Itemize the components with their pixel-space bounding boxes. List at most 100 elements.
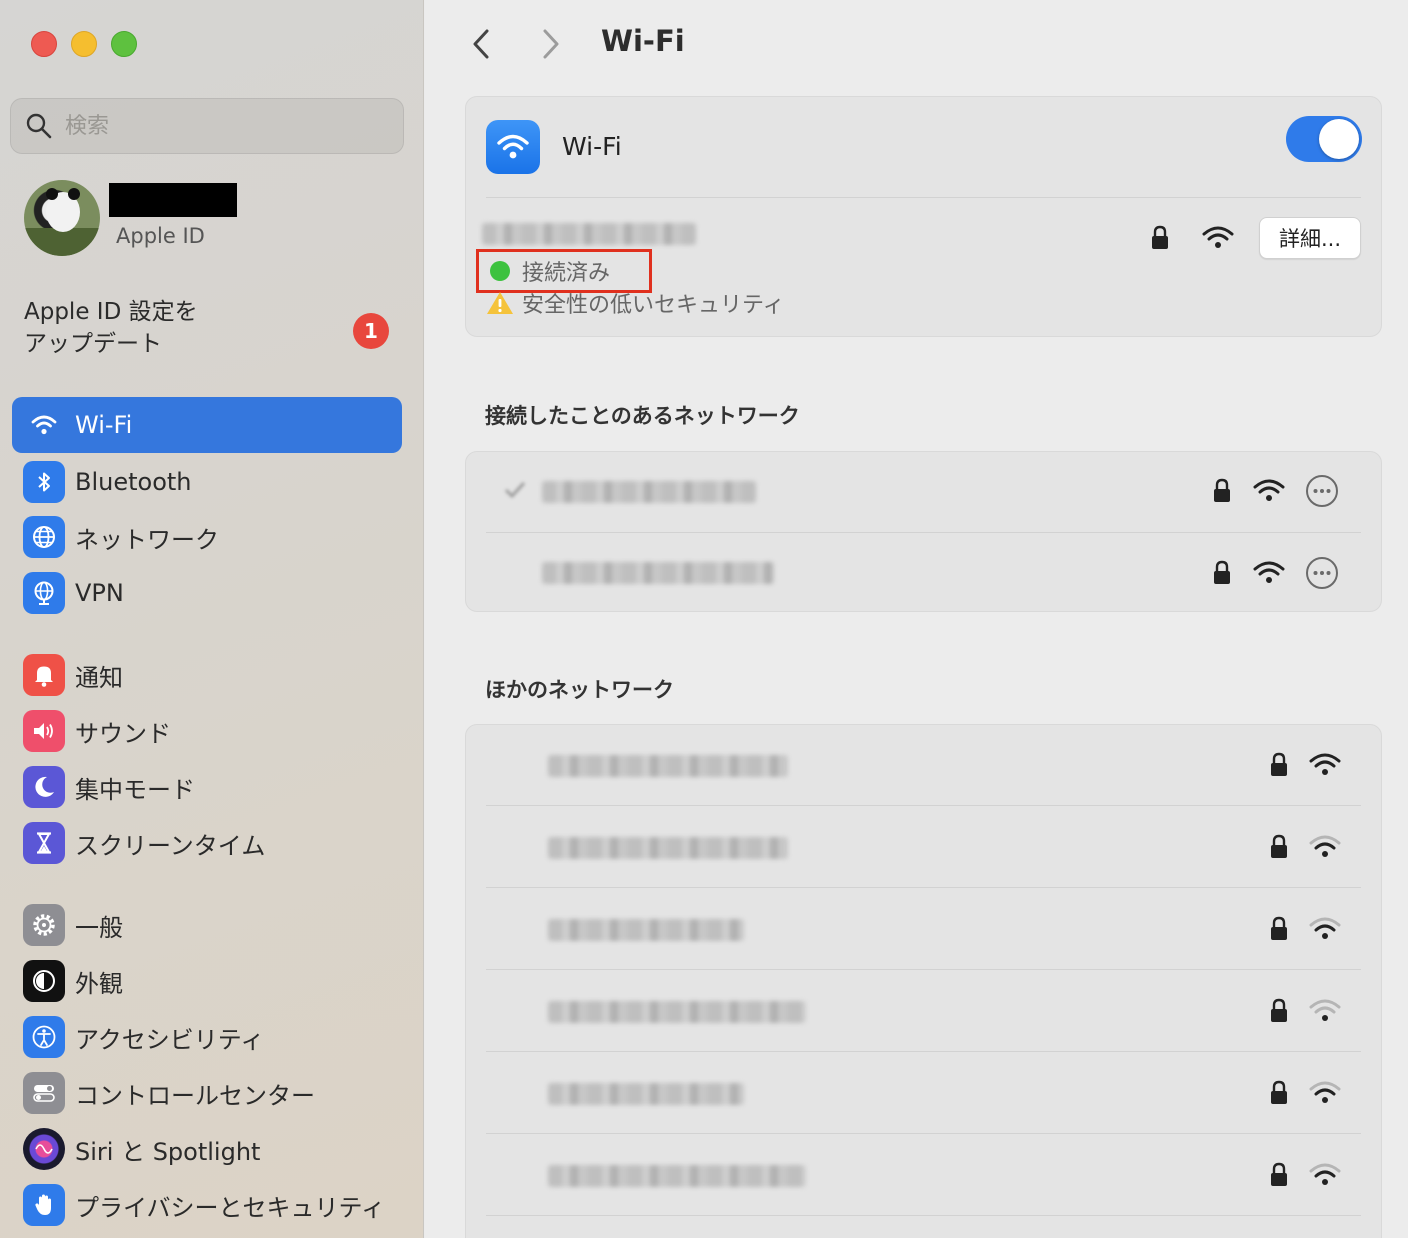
sidebar-item-vpn[interactable]: VPN (12, 565, 402, 621)
sidebar-item-label: プライバシーとセキュリティ (75, 1193, 386, 1222)
sidebar-item-control-center[interactable]: コントロールセンター (12, 1065, 402, 1121)
bluetooth-icon (23, 461, 65, 503)
lock-icon (1214, 560, 1230, 584)
apple-id-profile[interactable]: Apple ID (22, 178, 402, 258)
other-networks-list (465, 724, 1382, 1238)
page-title: Wi-Fi (601, 24, 685, 58)
lock-icon (1271, 752, 1287, 776)
sidebar-item-screen-time[interactable]: スクリーンタイム (12, 815, 402, 871)
lock-icon (1271, 834, 1287, 858)
close-window-button[interactable] (31, 31, 57, 57)
sidebar-item-label: Bluetooth (75, 468, 192, 496)
sidebar-item-bluetooth[interactable]: Bluetooth (12, 454, 402, 510)
sidebar-item-label: サウンド (75, 719, 171, 748)
wifi-status-card: Wi-Fi 接続済み 安全性の低いセキュリティ 詳細... (465, 96, 1382, 337)
known-networks-list (465, 451, 1382, 612)
search-field[interactable] (10, 98, 404, 154)
list-item[interactable] (466, 533, 1383, 615)
known-networks-title: 接続したことのあるネットワーク (485, 404, 800, 428)
sidebar-item-label: Siri と Spotlight (75, 1137, 261, 1166)
sidebar-item-label: ネットワーク (75, 525, 219, 554)
sidebar-item-wifi[interactable]: Wi-Fi (12, 397, 402, 453)
list-item[interactable] (466, 889, 1383, 971)
sidebar-item-focus[interactable]: 集中モード (12, 759, 402, 815)
search-icon (26, 113, 52, 139)
wifi-signal-icon (1202, 226, 1234, 248)
wifi-signal-medium-icon (1309, 1163, 1341, 1185)
sidebar-item-label: 外観 (75, 969, 123, 998)
list-item[interactable] (466, 1053, 1383, 1135)
sidebar-item-sound[interactable]: サウンド (12, 703, 402, 759)
avatar (24, 180, 100, 256)
list-item[interactable] (466, 971, 1383, 1053)
network-name-redacted (548, 1083, 744, 1105)
wifi-toggle[interactable] (1286, 116, 1362, 162)
hourglass-icon (23, 822, 65, 864)
network-name-redacted (548, 919, 744, 941)
update-label: Apple ID 設定を アップデート (24, 299, 198, 357)
sidebar-item-label: Wi-Fi (75, 411, 133, 439)
apple-id-label: Apple ID (116, 224, 205, 248)
chevron-right-icon (543, 29, 559, 59)
list-item[interactable] (466, 807, 1383, 889)
network-name-redacted (542, 481, 756, 503)
wifi-icon (23, 404, 65, 446)
lock-icon (1271, 1080, 1287, 1104)
sidebar-item-appearance[interactable]: 外観 (12, 953, 402, 1009)
network-name-redacted (548, 755, 788, 777)
connection-status: 接続済み (522, 261, 611, 286)
lock-icon (1271, 1162, 1287, 1186)
wifi-signal-medium-icon (1309, 917, 1341, 939)
wifi-signal-medium-icon (1309, 1081, 1341, 1103)
wifi-icon (486, 120, 540, 174)
details-button[interactable]: 詳細... (1259, 217, 1361, 259)
sidebar-item-label: コントロールセンター (75, 1081, 315, 1110)
lock-icon (1271, 916, 1287, 940)
chevron-left-icon (473, 29, 489, 59)
sidebar-item-label: アクセシビリティ (75, 1025, 265, 1054)
sidebar-item-label: 一般 (75, 913, 123, 942)
list-item[interactable] (466, 725, 1383, 807)
accessibility-icon (23, 1016, 65, 1058)
lock-icon (1152, 225, 1168, 249)
wifi-label: Wi-Fi (562, 132, 622, 161)
sidebar-item-network[interactable]: ネットワーク (12, 509, 402, 565)
moon-icon (23, 766, 65, 808)
sidebar-item-label: VPN (75, 579, 124, 607)
list-item[interactable] (466, 1135, 1383, 1217)
toggles-icon (23, 1072, 65, 1114)
notification-badge: 1 (353, 313, 389, 349)
redacted-user-name (109, 183, 237, 217)
sidebar: Apple ID Apple ID 設定を アップデート 1 Wi-Fi Blu… (0, 0, 424, 1238)
sidebar-item-privacy-security[interactable]: プライバシーとセキュリティ (12, 1177, 402, 1233)
checkmark-icon (504, 481, 526, 499)
minimize-window-button[interactable] (71, 31, 97, 57)
bell-icon (23, 654, 65, 696)
search-input[interactable] (65, 113, 365, 139)
apple-id-update-item[interactable]: Apple ID 設定を アップデート 1 (24, 296, 394, 366)
zoom-window-button[interactable] (111, 31, 137, 57)
network-name-redacted (548, 1165, 806, 1187)
security-warning: 安全性の低いセキュリティ (522, 293, 785, 318)
warning-icon (487, 292, 513, 314)
more-options-icon[interactable] (1305, 556, 1339, 590)
gear-icon (23, 904, 65, 946)
wifi-signal-icon (1253, 561, 1285, 583)
more-options-icon[interactable] (1305, 474, 1339, 508)
siri-icon (23, 1128, 65, 1170)
current-network-name-redacted (482, 223, 696, 245)
appearance-icon (23, 960, 65, 1002)
list-item[interactable] (466, 452, 1383, 534)
vpn-globe-icon (23, 572, 65, 614)
network-name-redacted (542, 562, 774, 584)
wifi-signal-icon (1253, 479, 1285, 501)
forward-button[interactable] (533, 24, 569, 64)
network-name-redacted (548, 837, 788, 859)
sidebar-item-label: 通知 (75, 663, 123, 692)
sidebar-item-siri-spotlight[interactable]: Siri と Spotlight (12, 1121, 402, 1177)
sidebar-item-notifications[interactable]: 通知 (12, 647, 402, 703)
sidebar-item-general[interactable]: 一般 (12, 897, 402, 953)
sidebar-item-label: スクリーンタイム (75, 831, 266, 860)
sidebar-item-accessibility[interactable]: アクセシビリティ (12, 1009, 402, 1065)
back-button[interactable] (463, 24, 499, 64)
